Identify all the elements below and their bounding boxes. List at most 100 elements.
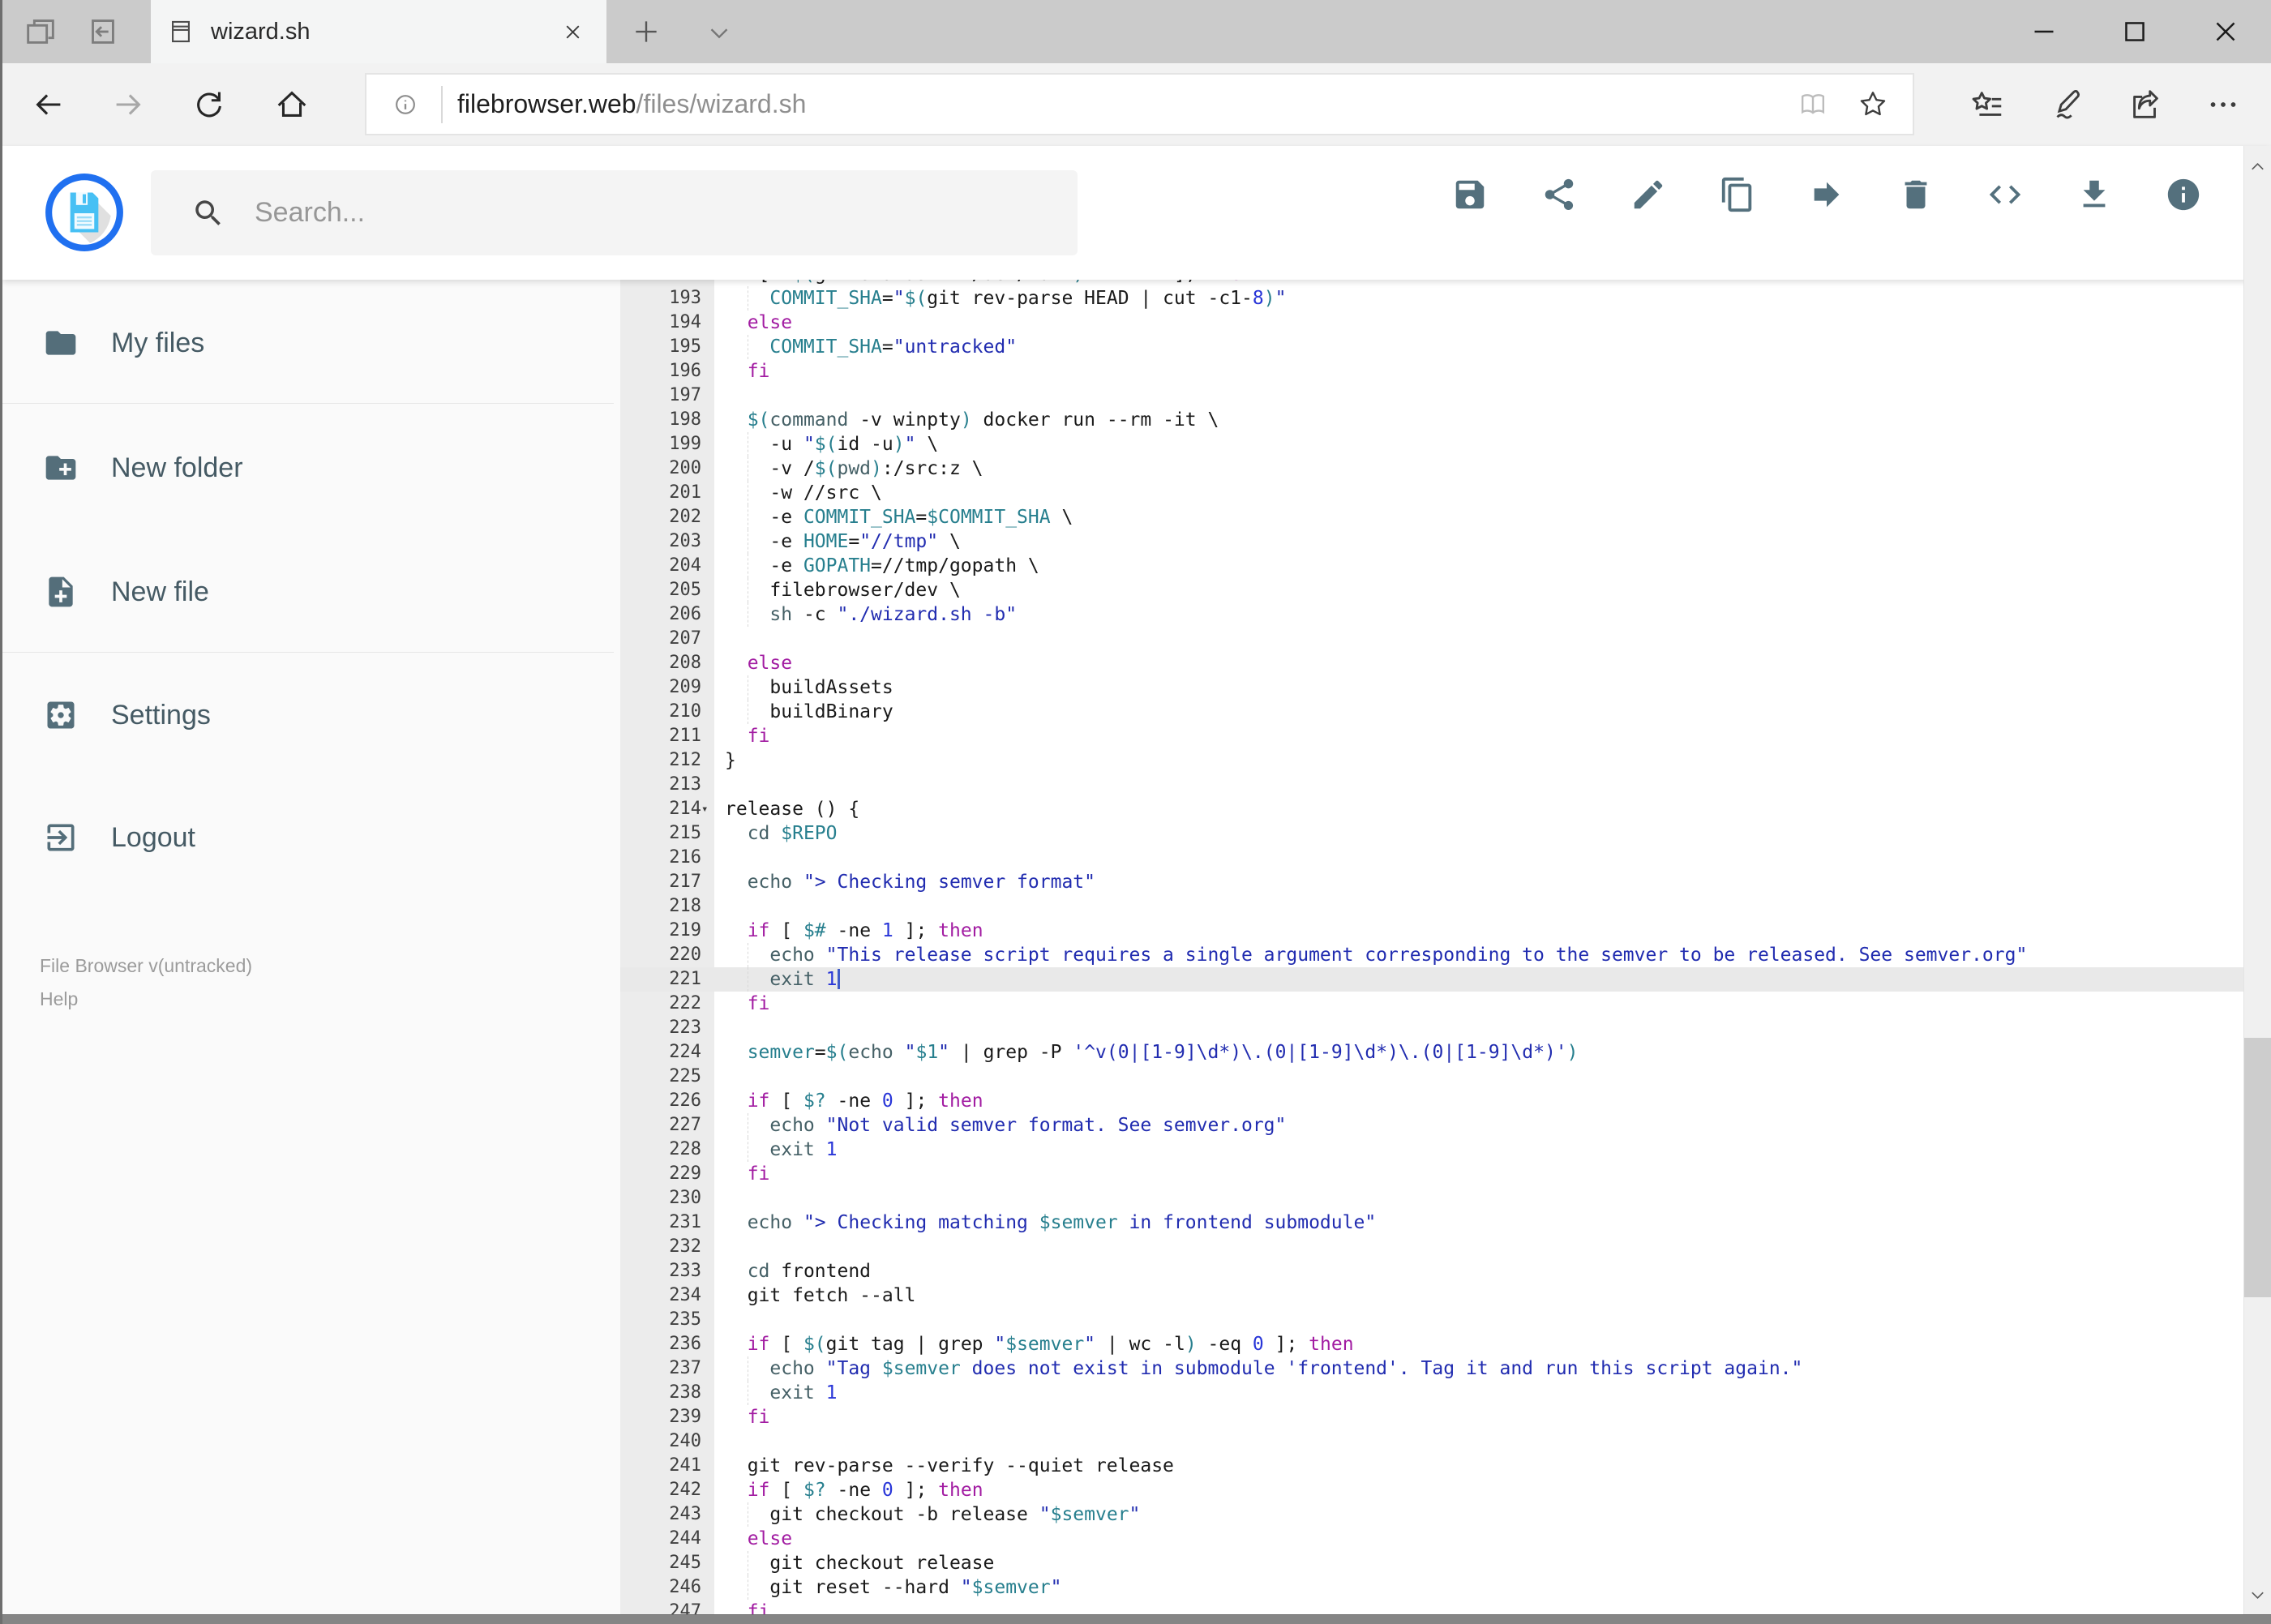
code-line[interactable]: 198 $(command -v winpty) docker run --rm…: [620, 408, 2271, 432]
code-line[interactable]: 231 echo "> Checking matching $semver in…: [620, 1211, 2271, 1235]
chevron-up-icon[interactable]: [2244, 149, 2271, 183]
code-line[interactable]: 192if [ "$(git status 2> /dev/null)" != …: [620, 280, 2271, 286]
horizontal-scrollbar[interactable]: [2, 1614, 2271, 1624]
code-line[interactable]: 195 COMMIT_SHA="untracked": [620, 335, 2271, 359]
code-line[interactable]: 240: [620, 1429, 2271, 1454]
code-line[interactable]: 215 cd $REPO: [620, 821, 2271, 846]
info-icon[interactable]: [389, 88, 422, 121]
edit-button[interactable]: [1627, 174, 1669, 216]
code-line[interactable]: 233 cd frontend: [620, 1259, 2271, 1283]
forward-icon[interactable]: [109, 86, 147, 123]
tabs-youve-set-aside-icon[interactable]: [80, 11, 124, 52]
home-icon[interactable]: [273, 86, 311, 123]
code-line[interactable]: 242 if [ $? -ne 0 ]; then: [620, 1478, 2271, 1502]
chevron-down-icon[interactable]: [2244, 1578, 2271, 1612]
code-line[interactable]: 193 COMMIT_SHA="$(git rev-parse HEAD | c…: [620, 286, 2271, 311]
code-line[interactable]: 222 fi: [620, 992, 2271, 1016]
code-line[interactable]: 234 git fetch --all: [620, 1283, 2271, 1308]
code-line[interactable]: 235: [620, 1308, 2271, 1332]
set-tabs-aside-icon[interactable]: [19, 11, 62, 52]
code-line[interactable]: 205 filebrowser/dev \: [620, 578, 2271, 602]
code-line[interactable]: 196 fi: [620, 359, 2271, 384]
close-icon[interactable]: [2180, 0, 2271, 63]
code-line[interactable]: 224 semver=$(echo "$1" | grep -P '^v(0|[…: [620, 1040, 2271, 1065]
code-line[interactable]: 211 fi: [620, 724, 2271, 748]
code-line[interactable]: 217 echo "> Checking semver format": [620, 870, 2271, 894]
code-line[interactable]: 207: [620, 627, 2271, 651]
code-line[interactable]: 208 else: [620, 651, 2271, 675]
more-icon[interactable]: [2205, 86, 2242, 123]
sidebar-item-settings[interactable]: Settings: [2, 666, 620, 764]
code-line[interactable]: 244 else: [620, 1527, 2271, 1551]
code-line[interactable]: 239 fi: [620, 1405, 2271, 1429]
code-line[interactable]: 246 git reset --hard "$semver": [620, 1575, 2271, 1600]
share-icon[interactable]: [2127, 86, 2164, 123]
fold-arrow-icon[interactable]: ▾: [701, 797, 714, 821]
download-button[interactable]: [2073, 174, 2115, 216]
share-button[interactable]: [1538, 174, 1580, 216]
vertical-scrollbar[interactable]: [2243, 146, 2271, 1615]
code-line[interactable]: 241 git rev-parse --verify --quiet relea…: [620, 1454, 2271, 1478]
code-line[interactable]: 202 -e COMMIT_SHA=$COMMIT_SHA \: [620, 505, 2271, 529]
code-line[interactable]: 200 -v /$(pwd):/src:z \: [620, 456, 2271, 481]
filebrowser-logo-floppy-icon[interactable]: [43, 171, 126, 254]
new-tab-icon[interactable]: [623, 11, 669, 52]
search-input[interactable]: [253, 196, 1026, 229]
search-box[interactable]: [151, 170, 1078, 255]
code-line[interactable]: 247 fi: [620, 1600, 2271, 1615]
code-line[interactable]: 214 ▾ release () {: [620, 797, 2271, 821]
code-line[interactable]: 219 if [ $# -ne 1 ]; then: [620, 919, 2271, 943]
code-line[interactable]: 230: [620, 1186, 2271, 1211]
code-line[interactable]: 232: [620, 1235, 2271, 1259]
code-line[interactable]: 236 if [ $(git tag | grep "$semver" | wc…: [620, 1332, 2271, 1356]
minimize-icon[interactable]: [1999, 0, 2089, 63]
code-line[interactable]: 201 -w //src \: [620, 481, 2271, 505]
refresh-icon[interactable]: [191, 86, 228, 123]
code-line[interactable]: 212}: [620, 748, 2271, 773]
tab-preview-chevron-icon[interactable]: [696, 13, 742, 54]
address-bar[interactable]: filebrowser.web/files/wizard.sh: [365, 73, 1914, 135]
code-line[interactable]: 243 git checkout -b release "$semver": [620, 1502, 2271, 1527]
code-line[interactable]: 204 -e GOPATH=//tmp/gopath \: [620, 554, 2271, 578]
code-line[interactable]: 206 sh -c "./wizard.sh -b": [620, 602, 2271, 627]
code-line[interactable]: 227 echo "Not valid semver format. See s…: [620, 1113, 2271, 1138]
code-line[interactable]: 237 echo "Tag $semver does not exist in …: [620, 1356, 2271, 1381]
code-line[interactable]: 238 exit 1: [620, 1381, 2271, 1405]
info-button[interactable]: [2162, 174, 2205, 216]
code-line[interactable]: 194 else: [620, 311, 2271, 335]
code-line[interactable]: 210 buildBinary: [620, 700, 2271, 724]
code-line[interactable]: 228 exit 1: [620, 1138, 2271, 1162]
maximize-icon[interactable]: [2089, 0, 2180, 63]
code-line[interactable]: 229 fi: [620, 1162, 2271, 1186]
back-icon[interactable]: [30, 86, 67, 123]
code-line[interactable]: 209 buildAssets: [620, 675, 2271, 700]
copy-button[interactable]: [1716, 174, 1759, 216]
code-line[interactable]: 197: [620, 384, 2271, 408]
save-button[interactable]: [1449, 174, 1491, 216]
code-line[interactable]: 226 if [ $? -ne 0 ]; then: [620, 1089, 2271, 1113]
delete-button[interactable]: [1895, 174, 1937, 216]
browser-tab[interactable]: wizard.sh: [151, 0, 606, 63]
sidebar-item-new-folder[interactable]: New folder: [2, 419, 620, 516]
help-link[interactable]: Help: [40, 988, 78, 1009]
code-line[interactable]: 220 echo "This release script requires a…: [620, 943, 2271, 967]
code-line[interactable]: 203 -e HOME="//tmp" \: [620, 529, 2271, 554]
sidebar-item-new-file[interactable]: New file: [2, 543, 620, 641]
hub-icon[interactable]: [1969, 86, 2006, 123]
annotate-icon[interactable]: [2047, 86, 2085, 123]
sidebar-item-logout[interactable]: Logout: [2, 789, 620, 886]
favorite-star-icon[interactable]: [1853, 84, 1893, 125]
move-button[interactable]: [1806, 174, 1848, 216]
code-line[interactable]: 216: [620, 846, 2271, 870]
reading-view-icon[interactable]: [1793, 84, 1833, 125]
code-line[interactable]: 221 exit 1: [620, 967, 2271, 992]
code-line[interactable]: 223: [620, 1016, 2271, 1040]
code-line[interactable]: 245 git checkout release: [620, 1551, 2271, 1575]
sidebar-item-my-files[interactable]: My files: [2, 294, 620, 392]
scrollbar-thumb[interactable]: [2244, 1038, 2271, 1297]
code-line[interactable]: 218: [620, 894, 2271, 919]
code-button[interactable]: [1984, 174, 2026, 216]
code-line[interactable]: 213: [620, 773, 2271, 797]
code-editor[interactable]: 192if [ "$(git status 2> /dev/null)" != …: [620, 280, 2271, 1615]
tab-close-icon[interactable]: [555, 14, 590, 49]
